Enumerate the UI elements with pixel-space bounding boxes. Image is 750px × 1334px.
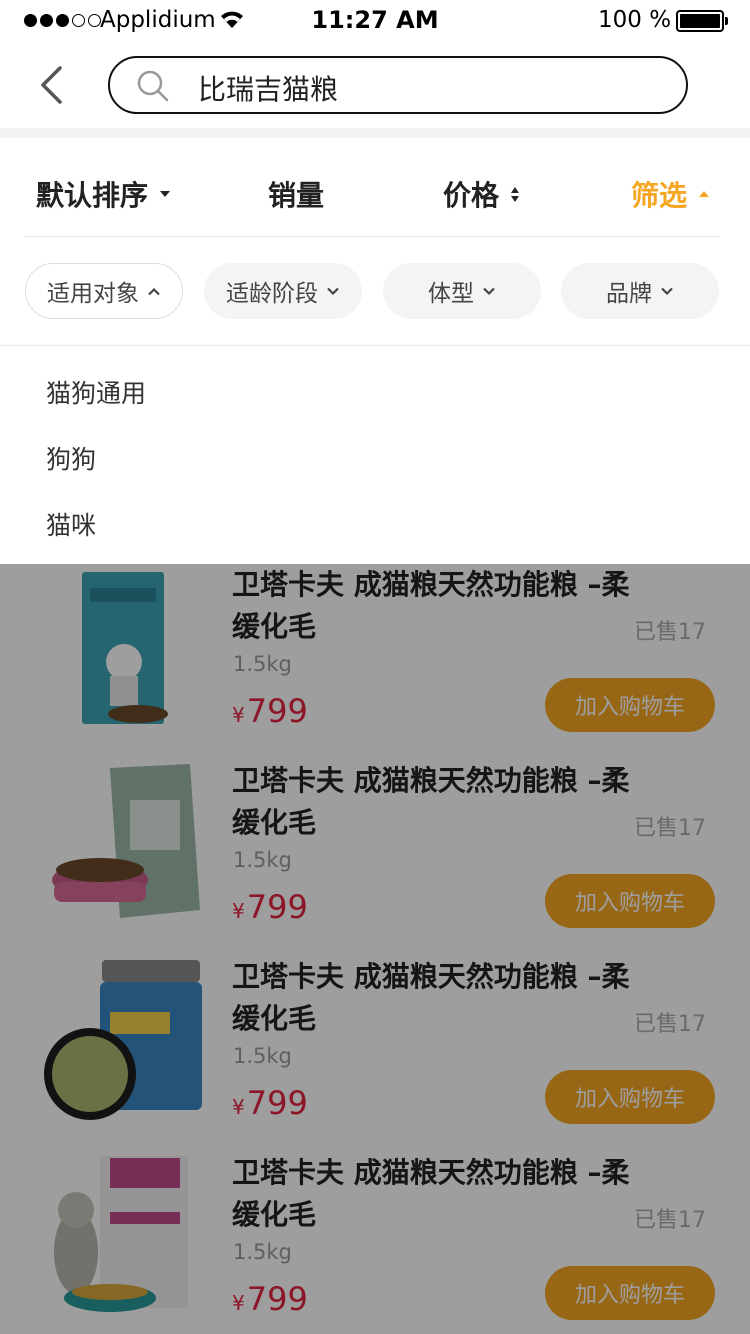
nav-bar: 比瑞吉猫粮 [0,42,750,128]
section-divider [0,128,750,138]
filter-chip-row: 适用对象 适龄阶段 体型 品牌 [0,238,750,346]
divider [24,236,720,237]
caret-down-icon [160,191,171,197]
search-query: 比瑞吉猫粮 [198,73,339,106]
chevron-down-icon [483,287,495,295]
filter-label: 筛选 [631,179,688,212]
filter-chip-label: 品牌 [606,281,652,307]
sort-default-button[interactable]: 默认排序 [36,174,171,214]
sort-default-label: 默认排序 [36,179,149,212]
sort-price-label: 价格 [443,179,500,212]
filter-chip-size[interactable]: 体型 [383,263,541,319]
filter-chip-brand[interactable]: 品牌 [561,263,719,319]
dropdown-option[interactable]: 猫咪 [46,506,96,542]
search-input[interactable]: 比瑞吉猫粮 [108,56,688,114]
sort-bar: 默认排序 销量 价格 筛选 [0,138,750,238]
dim-overlay[interactable] [0,564,750,1334]
chevron-up-icon [148,287,160,295]
filter-button[interactable]: 筛选 [631,174,710,214]
filter-dropdown: 猫狗通用 狗狗 猫咪 [0,346,750,564]
caret-up-icon [699,191,710,197]
search-icon [137,70,169,102]
sort-toggle-icon [511,186,520,202]
back-arrow-icon[interactable] [34,62,74,108]
filter-chip-label: 适龄阶段 [226,281,318,307]
sort-sales-button[interactable]: 销量 [268,174,324,214]
filter-chip-target[interactable]: 适用对象 [25,263,183,319]
dropdown-option[interactable]: 猫狗通用 [46,374,146,410]
chevron-down-icon [327,287,339,295]
battery-icon [676,10,728,32]
filter-chip-label: 适用对象 [47,281,139,307]
dropdown-option[interactable]: 狗狗 [46,440,96,476]
chevron-down-icon [661,287,673,295]
sort-sales-label: 销量 [268,179,325,212]
filter-chip-label: 体型 [428,281,474,307]
filter-chip-age[interactable]: 适龄阶段 [204,263,362,319]
sort-price-button[interactable]: 价格 [443,174,520,214]
battery-percentage: 100 % [598,7,672,33]
status-bar: Applidium 11:27 AM 100 % [0,0,750,42]
